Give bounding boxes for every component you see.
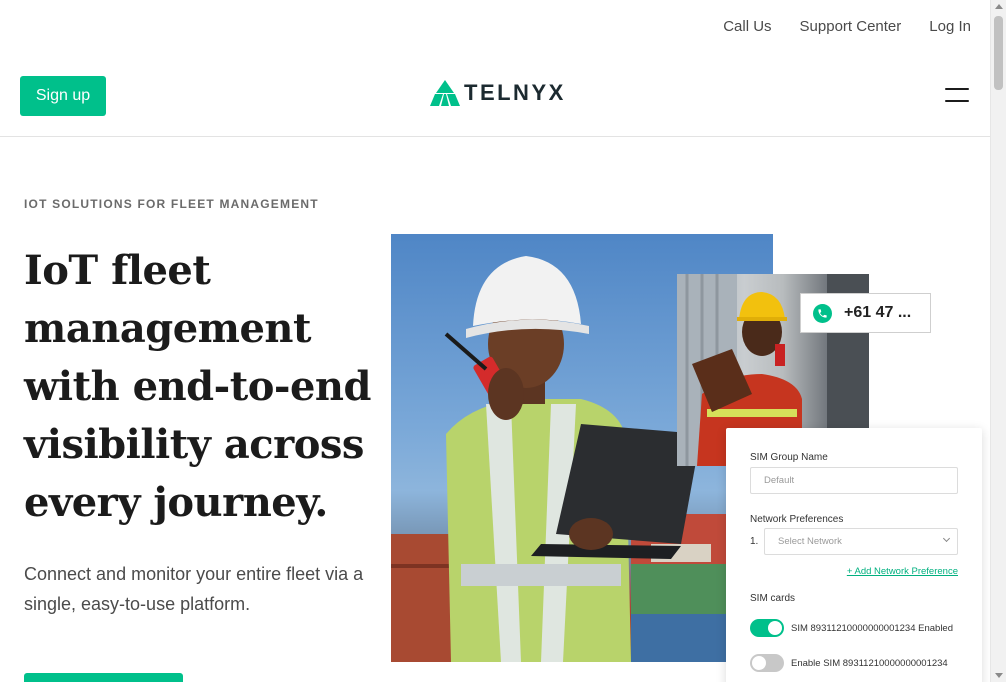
sim-1-toggle[interactable]	[750, 619, 784, 637]
hero-cta-button[interactable]	[24, 673, 183, 682]
scrollbar-thumb[interactable]	[994, 16, 1003, 90]
sim-cards-label: SIM cards	[750, 593, 796, 604]
utility-nav: Call Us Support Center Log In	[723, 18, 971, 35]
phone-number-card: +61 47 ...	[800, 293, 931, 333]
sim-1-label: SIM 89311210000000001234 Enabled	[791, 623, 953, 634]
hero-subtitle: Connect and monitor your entire fleet vi…	[24, 564, 364, 614]
sim-2-toggle[interactable]	[750, 654, 784, 672]
phone-icon	[813, 303, 832, 323]
hero-eyebrow: IOT SOLUTIONS FOR FLEET MANAGEMENT	[24, 197, 319, 211]
sim-config-card: SIM Group Name Default Network Preferenc…	[726, 428, 982, 682]
support-center-link[interactable]: Support Center	[800, 18, 902, 35]
phone-number-text: +61 47 ...	[844, 304, 912, 321]
brand-name: TELNYX	[464, 80, 566, 105]
sim-group-placeholder: Default	[764, 475, 795, 486]
telnyx-logo[interactable]: TELNYX	[430, 80, 566, 106]
sim-group-input[interactable]: Default	[750, 467, 958, 494]
add-network-preference-link[interactable]: + Add Network Preference	[847, 566, 958, 577]
sim-2-label: Enable SIM 89311210000000001234	[791, 658, 948, 669]
network-index: 1.	[750, 536, 759, 547]
hero-headline: IoT fleet management with end-to-end vis…	[24, 247, 371, 526]
telnyx-logo-icon	[430, 80, 460, 106]
call-us-link[interactable]: Call Us	[723, 18, 771, 35]
header-divider	[0, 136, 990, 137]
login-link[interactable]: Log In	[929, 18, 971, 35]
scroll-down-arrow-icon[interactable]	[995, 673, 1003, 678]
hamburger-menu-icon[interactable]	[945, 88, 969, 104]
select-network-dropdown[interactable]: Select Network	[764, 528, 958, 555]
chevron-down-icon	[942, 534, 951, 543]
select-network-placeholder: Select Network	[778, 536, 842, 547]
sign-up-button[interactable]: Sign up	[20, 76, 106, 116]
network-preferences-label: Network Preferences	[750, 514, 844, 525]
scroll-up-arrow-icon[interactable]	[995, 4, 1003, 9]
page-scrollbar[interactable]	[990, 0, 1006, 682]
sim-group-label: SIM Group Name	[750, 452, 828, 463]
